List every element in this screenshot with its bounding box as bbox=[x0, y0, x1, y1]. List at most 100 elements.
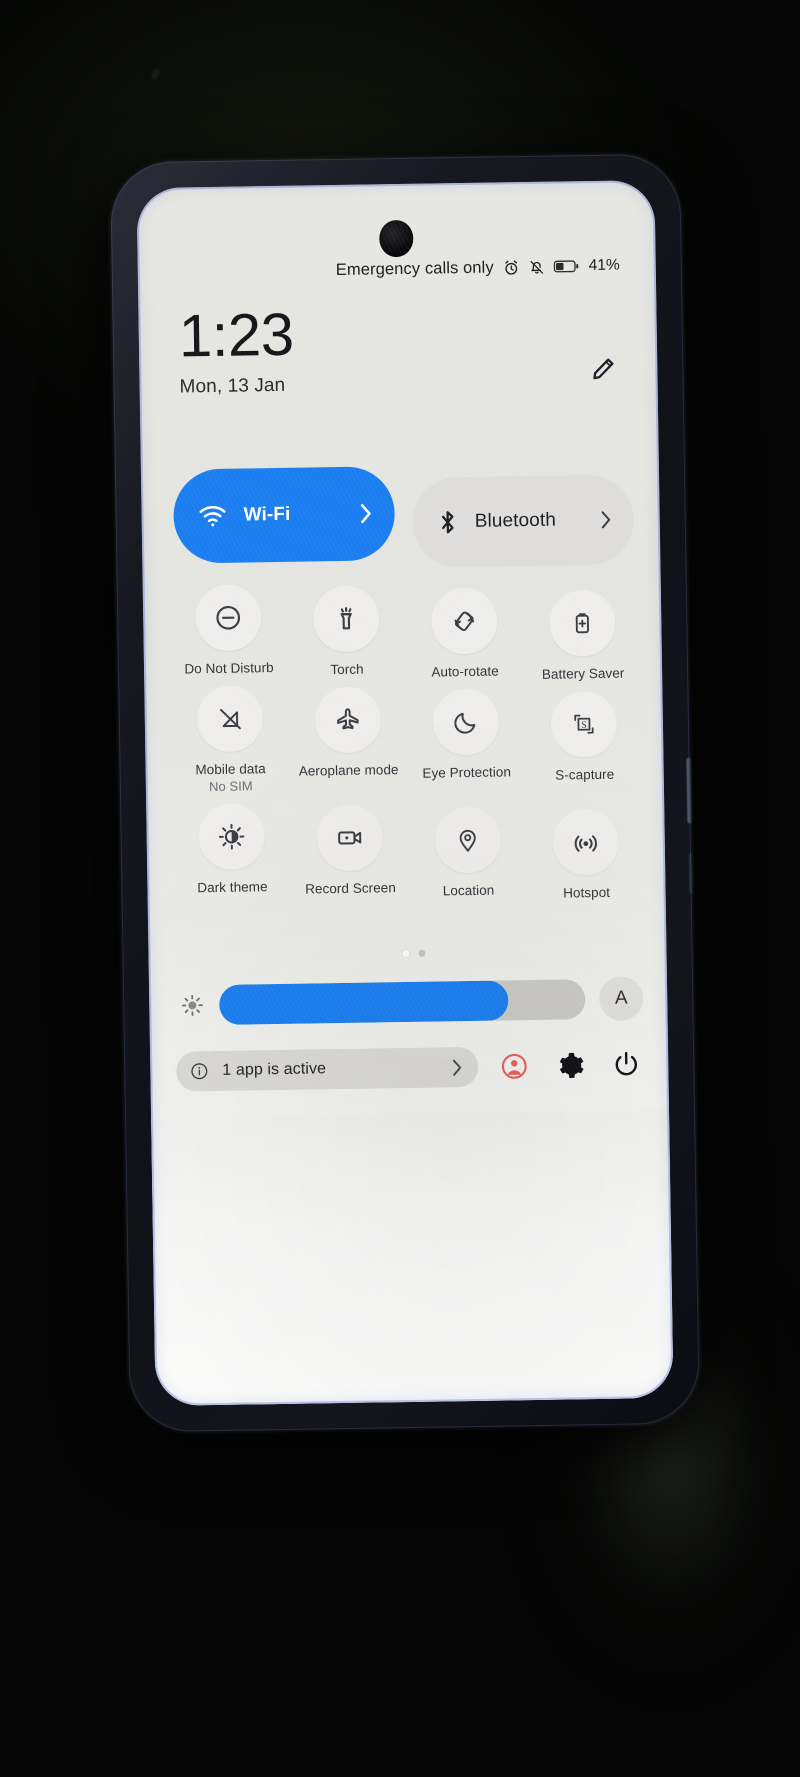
tile-dark-theme[interactable]: Dark theme bbox=[172, 803, 291, 897]
dark-theme-icon bbox=[218, 824, 245, 850]
mobile-data-off-icon bbox=[219, 708, 241, 730]
bottom-bar: 1 app is active bbox=[176, 1038, 647, 1097]
tile-label-primary: Mobile data bbox=[195, 761, 266, 778]
chevron-right-icon[interactable] bbox=[450, 1058, 464, 1077]
page-dot-1[interactable] bbox=[401, 949, 410, 958]
tile-icon-circle bbox=[314, 686, 382, 754]
do-not-disturb-icon bbox=[216, 605, 241, 630]
tile-label: Battery Saver bbox=[541, 665, 625, 682]
tile-label: Eye Protection bbox=[422, 764, 512, 781]
tile-icon-circle bbox=[196, 685, 264, 753]
chevron-right-icon[interactable] bbox=[357, 502, 374, 524]
battery-percent-label: 41% bbox=[588, 256, 620, 275]
bluetooth-tile[interactable]: Bluetooth bbox=[412, 474, 635, 568]
tile-label: Dark theme bbox=[197, 879, 268, 896]
tile-label: Location bbox=[442, 882, 495, 899]
primary-tiles-row: Wi-Fi Bluetooth bbox=[172, 462, 635, 571]
empty-panel-area bbox=[151, 1109, 674, 1406]
tile-label: Aeroplane mode bbox=[298, 762, 399, 779]
tile-s-capture[interactable]: S S-capture bbox=[524, 690, 644, 802]
alarm-icon bbox=[505, 260, 518, 275]
status-bar: Emergency calls only 41% bbox=[138, 252, 656, 286]
tile-icon-circle bbox=[316, 804, 384, 872]
tile-aeroplane-mode[interactable]: Aeroplane mode bbox=[288, 686, 408, 797]
notifications-muted-icon bbox=[530, 260, 544, 274]
tile-label: Mobile data No SIM bbox=[195, 760, 266, 795]
tile-label: S-capture bbox=[555, 766, 615, 783]
auto-rotate-icon bbox=[454, 611, 475, 632]
clock-block: 1:23 Mon, 13 Jan bbox=[178, 300, 295, 399]
tile-location[interactable]: Location bbox=[408, 806, 527, 900]
phone-screen: Emergency calls only 41% 1:23 Mon, 13 Ja… bbox=[136, 180, 674, 1406]
power-button[interactable] bbox=[606, 1044, 647, 1085]
user-account-button[interactable] bbox=[494, 1046, 535, 1087]
tile-mobile-data[interactable]: Mobile data No SIM bbox=[170, 685, 290, 796]
brightness-row: A bbox=[179, 972, 644, 1031]
aeroplane-icon bbox=[337, 708, 359, 730]
brightness-slider[interactable] bbox=[218, 979, 586, 1025]
tile-battery-saver[interactable]: Battery Saver bbox=[523, 589, 642, 683]
record-screen-icon bbox=[338, 831, 362, 845]
torch-icon bbox=[340, 607, 352, 630]
brightness-icon bbox=[181, 994, 203, 1016]
brightness-slider-fill bbox=[218, 980, 509, 1025]
tile-label: Torch bbox=[330, 661, 364, 678]
power-side-button[interactable] bbox=[686, 757, 693, 824]
tile-eye-protection[interactable]: Eye Protection bbox=[406, 688, 526, 799]
user-account-icon bbox=[501, 1053, 527, 1079]
tile-auto-rotate[interactable]: Auto-rotate bbox=[405, 587, 524, 681]
auto-brightness-label: A bbox=[614, 987, 628, 1009]
wifi-icon bbox=[199, 506, 226, 527]
tile-label-secondary: No SIM bbox=[208, 777, 253, 794]
tile-record-screen[interactable]: Record Screen bbox=[290, 804, 409, 898]
front-camera-punch-hole bbox=[379, 219, 414, 258]
quick-settings-row: Do Not Disturb Torch Auto-rotate Battery… bbox=[169, 578, 642, 682]
moon-icon bbox=[454, 713, 476, 734]
tile-icon-circle bbox=[198, 803, 266, 871]
battery-saver-icon bbox=[575, 613, 589, 634]
carrier-label: Emergency calls only bbox=[335, 258, 494, 279]
active-apps-label: 1 app is active bbox=[222, 1060, 327, 1079]
page-indicator bbox=[148, 946, 666, 961]
tile-torch[interactable]: Torch bbox=[287, 585, 406, 679]
chevron-right-icon[interactable] bbox=[599, 510, 614, 530]
edit-button[interactable] bbox=[583, 349, 624, 390]
photograph-of-phone: Emergency calls only 41% 1:23 Mon, 13 Ja… bbox=[0, 0, 800, 1777]
tile-icon-circle bbox=[432, 688, 500, 756]
active-apps-button[interactable]: 1 app is active bbox=[176, 1046, 479, 1092]
auto-brightness-button[interactable]: A bbox=[598, 976, 644, 1021]
tile-icon-circle bbox=[552, 808, 620, 876]
tile-label: Record Screen bbox=[305, 880, 396, 897]
bluetooth-icon bbox=[441, 511, 454, 534]
tile-label: Auto-rotate bbox=[431, 663, 499, 680]
tile-icon-circle bbox=[430, 587, 498, 655]
phone-device: Emergency calls only 41% 1:23 Mon, 13 Ja… bbox=[110, 153, 700, 1433]
s-capture-icon: S bbox=[574, 715, 594, 734]
quick-settings-grid: Do Not Disturb Torch Auto-rotate Battery… bbox=[169, 578, 646, 901]
settings-button[interactable] bbox=[550, 1045, 591, 1086]
info-icon bbox=[191, 1063, 208, 1080]
pencil-icon bbox=[593, 358, 614, 380]
wifi-tile-label: Wi-Fi bbox=[243, 503, 291, 526]
clock-time: 1:23 bbox=[178, 300, 295, 370]
tile-icon-circle bbox=[312, 585, 380, 653]
hotspot-icon bbox=[574, 835, 597, 852]
svg-text:S: S bbox=[581, 720, 587, 731]
tile-icon-circle bbox=[434, 806, 502, 874]
quick-settings-row: Mobile data No SIM Aeroplane mode Eye Pr… bbox=[170, 680, 644, 796]
battery-icon bbox=[553, 260, 579, 273]
power-icon bbox=[615, 1051, 637, 1076]
page-dot-2[interactable] bbox=[417, 949, 426, 957]
tile-label: Do Not Disturb bbox=[184, 660, 274, 677]
volume-side-button[interactable] bbox=[688, 853, 694, 894]
clock-date: Mon, 13 Jan bbox=[179, 375, 286, 398]
tile-do-not-disturb[interactable]: Do Not Disturb bbox=[169, 584, 288, 678]
location-pin-icon bbox=[459, 830, 476, 852]
tile-hotspot[interactable]: Hotspot bbox=[526, 808, 645, 902]
tile-icon-circle bbox=[194, 584, 262, 652]
quick-settings-row: Dark theme Record Screen Location Hotspo… bbox=[172, 797, 645, 901]
wifi-tile[interactable]: Wi-Fi bbox=[172, 466, 396, 564]
bluetooth-tile-label: Bluetooth bbox=[474, 509, 557, 532]
tile-label: Hotspot bbox=[563, 884, 611, 901]
tile-icon-circle: S bbox=[550, 690, 618, 758]
